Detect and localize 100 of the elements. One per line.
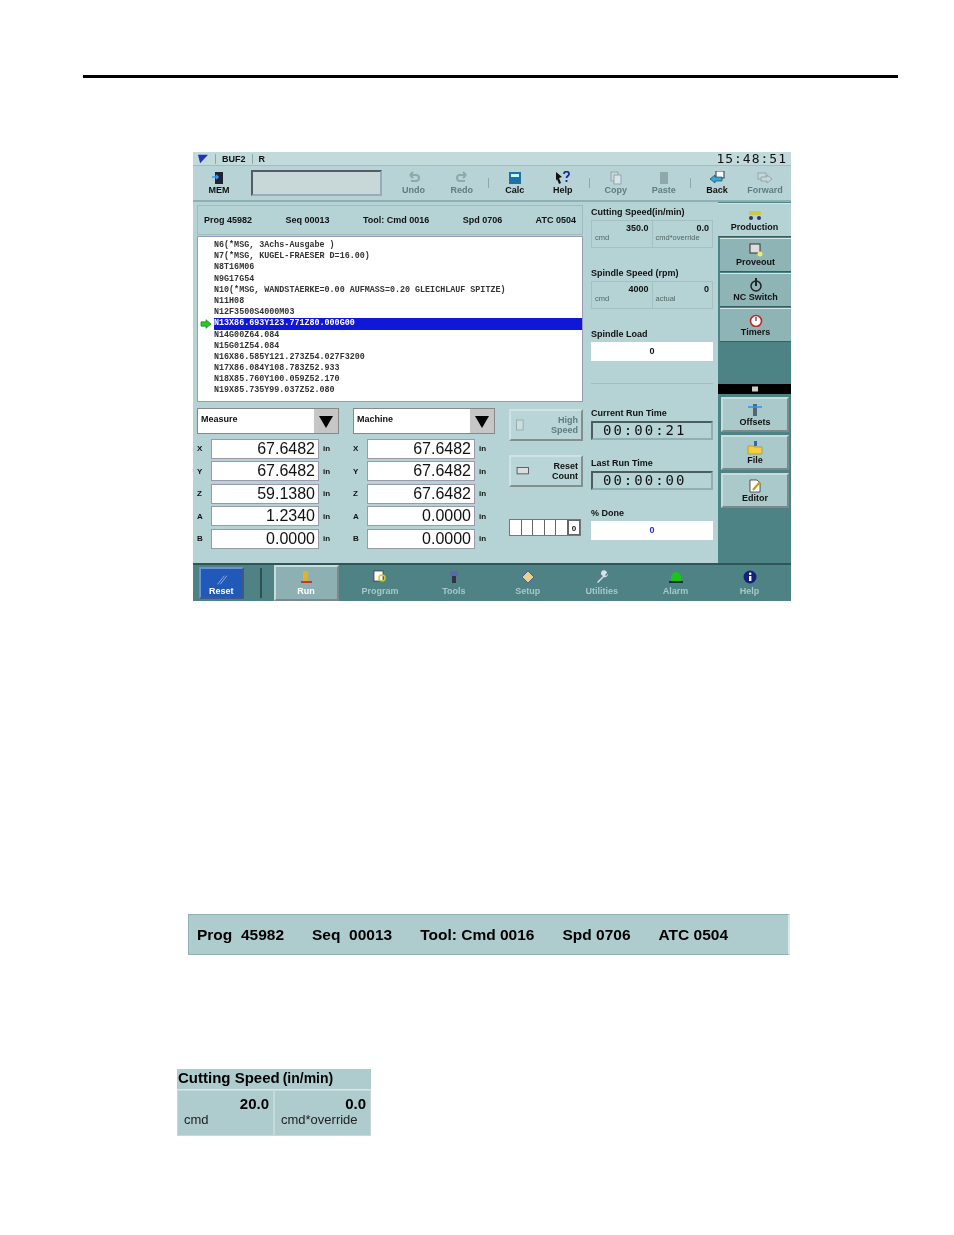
percent-field: 0 [591,521,713,540]
readout-value: 20.0 [239,1095,269,1112]
unit-label: in [479,466,487,476]
unit-label: in [323,489,331,498]
time-display: 00:00:21 [591,421,713,440]
side-tab[interactable]: NC Switch [720,273,791,307]
unit-label: in [323,444,331,453]
field-label: Spindle Speed (rpm) [591,268,680,278]
side-tab[interactable]: Production [718,203,791,237]
axis-value: 67.6482 [211,461,319,481]
flag-label: R [258,153,265,164]
toolbar-button[interactable]: Back [694,167,739,199]
code-line[interactable]: N6(*MSG, 3Achs-Ausgabe ) [214,240,337,252]
axis-label: X [197,444,204,453]
readout-value: 350.0 [625,223,649,233]
field-label: % Done [591,508,625,518]
code-line[interactable]: N11H08 [214,295,247,308]
document-pencil-icon [747,478,763,493]
axis-value: 59.1380 [211,483,319,504]
toolbar-button[interactable]: MEM [197,167,242,199]
axis-value: 0.0000 [367,528,475,549]
toolbar-button[interactable]: Help [540,167,585,199]
code-line[interactable]: N12F3500S4000M03 [214,307,297,319]
status-item: Tool: Cmd 0016 [362,215,430,225]
monitor-icon [747,243,764,257]
code-line[interactable]: N16X86.585Y121.273Z54.027F3200 [214,351,367,364]
code-line[interactable]: N10(*MSG, WANDSTAERKE=0.00 AUFMASS=0.20 GLEICHLAUF SPITZE) [214,284,508,296]
side-button[interactable]: Editor [721,473,789,508]
forward-arrow-icon [757,171,773,185]
axis-label: Y [353,466,360,476]
unit-label: (in/min) [282,1070,334,1086]
axis-value: 67.6482 [367,461,475,481]
reset-button[interactable]: Reset [199,567,244,599]
axis-value: 1.2340 [211,506,319,526]
unit-label: in [479,534,487,543]
axis-label: B [353,534,360,543]
axis-label: Y [197,466,204,476]
action-button[interactable]: Reset Count [509,455,583,487]
back-arrow-icon [708,171,725,185]
unit-label: in [323,534,331,543]
readout-value: 0 [704,284,709,294]
status-item: ATC 0504 [658,925,728,944]
unit-label: in [479,511,487,521]
field-label: Current Run Time [591,408,668,418]
axis-value: 0.0000 [211,528,319,549]
readout-caption: cmd [184,1112,210,1127]
counter-display: 0 [509,519,581,536]
status-item: Seq 00013 [312,925,393,944]
code-line[interactable]: N14G00Z64.084 [214,329,282,341]
axis-value: 67.6482 [367,483,475,504]
code-line[interactable]: N19X85.735Y99.037Z52.080 [214,385,337,397]
code-line[interactable]: N8T16M06 [214,262,257,274]
axis-label: X [353,444,360,453]
status-item: Spd 0706 [562,925,631,944]
toolbar-button[interactable]: Calc [492,167,537,199]
slash-icon [214,574,229,586]
unit-label: in [479,444,487,453]
figure-icon [298,570,315,584]
side-tab[interactable]: Timers [720,308,791,342]
copy-icon [607,171,624,185]
dropdown[interactable]: Machine [353,408,495,434]
axis-value: 0.0000 [367,506,475,526]
spindle-icon [747,402,763,417]
stopwatch-icon [747,313,764,327]
code-line[interactable]: N7(*MSG, KUGEL-FRAESER D=16.00) [214,251,372,263]
axis-label: Z [353,489,359,498]
readout-value: 4000 [628,284,649,294]
field-label: Cutting Speed(in/min) [591,207,686,217]
readout-caption: cmd*override [281,1112,359,1127]
side-tab[interactable]: Proveout [720,238,791,272]
axis-label: A [197,511,204,521]
redo-icon [453,171,470,185]
status-item: Spd 0706 [462,215,503,225]
code-line[interactable]: N17X86.084Y108.783Z52.933 [214,363,342,375]
mode-label: BUF2 [222,153,246,164]
caret-icon [318,413,334,429]
info-icon [741,570,758,584]
side-button[interactable]: File [721,435,789,470]
dropdown[interactable]: Measure [197,408,339,434]
code-line[interactable]: N9G17G54 [214,273,257,285]
field-label: Cutting Speed [177,1069,281,1088]
code-line[interactable]: N18X85.760Y100.059Z52.170 [214,374,342,386]
arrow-icon [200,318,212,329]
clock: 15:48:51 [716,151,787,166]
alarm-light-icon [667,570,684,584]
logo-icon [197,153,209,164]
axis-value: 67.6482 [211,438,319,459]
axis-value: 67.6482 [367,438,475,459]
status-item: Seq 00013 [285,215,330,225]
field-label: Last Run Time [591,458,654,468]
conveyor-icon [746,208,763,222]
diamond-icon [519,570,536,584]
field-label: Spindle Load [591,329,649,339]
time-display: 00:00:00 [591,471,713,490]
help-icon [554,171,571,185]
code-line[interactable]: N15G01Z54.084 [214,340,282,352]
axis-label: B [197,534,204,543]
side-button[interactable]: Offsets [721,397,789,432]
axis-label: Z [197,489,203,498]
folder-icon [747,440,763,455]
